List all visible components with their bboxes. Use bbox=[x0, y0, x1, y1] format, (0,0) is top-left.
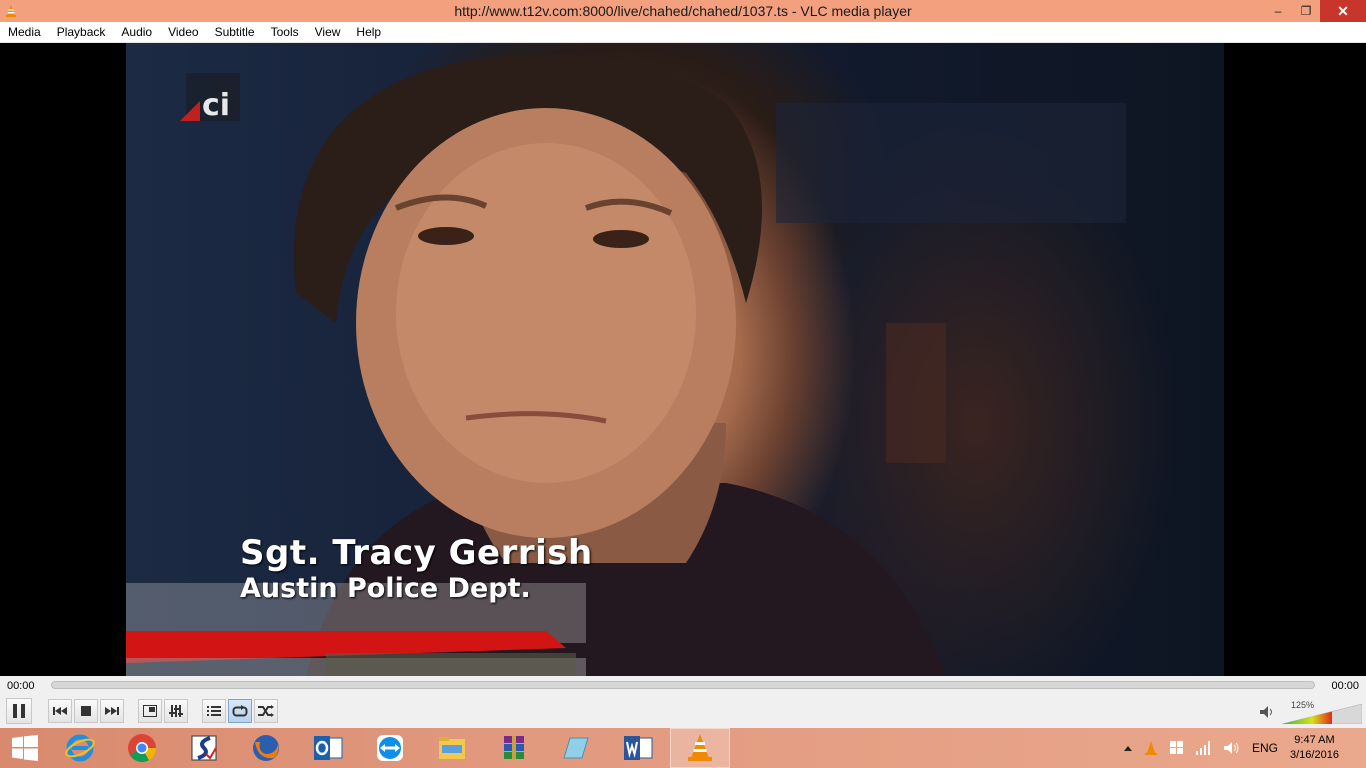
taskbar-internet-explorer[interactable] bbox=[50, 728, 110, 768]
elapsed-time: 00:00 bbox=[7, 680, 35, 692]
tray-volume[interactable] bbox=[1223, 741, 1240, 755]
chrome-icon bbox=[128, 734, 156, 762]
equalizer-icon bbox=[169, 705, 183, 717]
previous-icon bbox=[53, 707, 67, 715]
vlc-icon bbox=[688, 734, 712, 761]
firefox-icon bbox=[253, 735, 279, 761]
teamviewer-icon bbox=[377, 735, 403, 761]
window-controls: – ❐ ✕ bbox=[1264, 0, 1366, 22]
chevron-up-icon bbox=[1123, 746, 1132, 751]
winrar-icon bbox=[504, 736, 524, 759]
menu-audio[interactable]: Audio bbox=[113, 22, 160, 43]
lower-third-organization: Austin Police Dept. bbox=[240, 573, 531, 604]
language-indicator[interactable]: ENG bbox=[1252, 741, 1278, 755]
flag-icon bbox=[1169, 741, 1183, 754]
windows-taskbar: ENG 9:47 AM 3/16/2016 bbox=[0, 728, 1366, 768]
fullscreen-button[interactable] bbox=[138, 699, 162, 723]
menu-help[interactable]: Help bbox=[348, 22, 389, 43]
loop-button[interactable] bbox=[228, 699, 252, 723]
channel-logo: ci bbox=[180, 73, 240, 121]
pause-button[interactable] bbox=[6, 698, 32, 724]
fullscreen-icon bbox=[143, 705, 157, 717]
previous-button[interactable] bbox=[48, 699, 72, 723]
show-hidden-icons-button[interactable] bbox=[1123, 745, 1132, 751]
volume-slider[interactable] bbox=[1282, 704, 1362, 724]
setup-tool-icon bbox=[191, 735, 217, 761]
menu-media[interactable]: Media bbox=[0, 22, 49, 43]
speaker-icon[interactable] bbox=[1260, 706, 1274, 718]
next-button[interactable] bbox=[100, 699, 124, 723]
outlook-icon bbox=[314, 736, 343, 760]
taskbar-firefox[interactable] bbox=[236, 728, 296, 768]
clock-time: 9:47 AM bbox=[1294, 734, 1335, 746]
vlc-cone-icon[interactable] bbox=[0, 0, 22, 22]
lower-third-name: Sgt. Tracy Gerrish bbox=[240, 533, 593, 573]
taskbar-teamviewer[interactable] bbox=[360, 728, 420, 768]
pause-icon bbox=[13, 704, 25, 718]
start-button[interactable] bbox=[0, 728, 50, 768]
volume-icon bbox=[1223, 742, 1239, 754]
notes-icon bbox=[563, 737, 589, 759]
total-time: 00:00 bbox=[1331, 680, 1359, 692]
taskbar-word[interactable] bbox=[608, 728, 668, 768]
menu-playback[interactable]: Playback bbox=[49, 22, 114, 43]
next-icon bbox=[105, 707, 119, 715]
taskbar-setup-tool[interactable] bbox=[174, 728, 234, 768]
title-bar: http://www.t12v.com:8000/live/chahed/cha… bbox=[0, 0, 1366, 22]
signal-icon bbox=[1195, 741, 1210, 755]
vlc-window: http://www.t12v.com:8000/live/chahed/cha… bbox=[0, 0, 1366, 768]
window-title: http://www.t12v.com:8000/live/chahed/cha… bbox=[454, 3, 912, 19]
menu-view[interactable]: View bbox=[307, 22, 349, 43]
taskbar-winrar[interactable] bbox=[484, 728, 544, 768]
close-button[interactable]: ✕ bbox=[1320, 0, 1366, 22]
restore-button[interactable]: ❐ bbox=[1292, 0, 1320, 22]
clock-date: 3/16/2016 bbox=[1290, 749, 1339, 761]
internet-explorer-icon bbox=[65, 734, 95, 762]
tray-network[interactable] bbox=[1195, 741, 1212, 755]
stop-button[interactable] bbox=[74, 699, 98, 723]
playback-controls: 00:00 00:00 125% bbox=[0, 676, 1366, 728]
playlist-icon bbox=[207, 706, 221, 716]
vlc-tray-icon bbox=[1144, 741, 1157, 755]
system-tray: ENG 9:47 AM 3/16/2016 bbox=[1118, 728, 1366, 768]
tray-vlc[interactable] bbox=[1144, 740, 1158, 756]
seek-slider[interactable] bbox=[51, 681, 1315, 689]
extended-settings-button[interactable] bbox=[164, 699, 188, 723]
tray-action-center[interactable] bbox=[1169, 741, 1184, 755]
taskbar-outlook[interactable] bbox=[298, 728, 358, 768]
menu-tools[interactable]: Tools bbox=[263, 22, 307, 43]
loop-icon bbox=[232, 705, 248, 717]
taskbar-vlc[interactable] bbox=[670, 728, 730, 768]
shuffle-icon bbox=[258, 705, 274, 717]
taskbar-chrome[interactable] bbox=[112, 728, 172, 768]
stop-icon bbox=[81, 706, 91, 716]
clock[interactable]: 9:47 AM 3/16/2016 bbox=[1290, 733, 1360, 763]
controls-row: 125% bbox=[0, 698, 1366, 724]
video-display[interactable]: ci Sgt. Tracy Gerrish Austin Police Dept… bbox=[0, 43, 1366, 676]
channel-logo-text: ci bbox=[202, 88, 230, 121]
folder-icon bbox=[439, 737, 465, 759]
menu-bar: Media Playback Audio Video Subtitle Tool… bbox=[0, 22, 1366, 43]
taskbar-notes-app[interactable] bbox=[546, 728, 606, 768]
menu-video[interactable]: Video bbox=[160, 22, 206, 43]
menu-subtitle[interactable]: Subtitle bbox=[207, 22, 263, 43]
taskbar-file-explorer[interactable] bbox=[422, 728, 482, 768]
windows-logo-icon bbox=[12, 735, 38, 761]
minimize-button[interactable]: – bbox=[1264, 0, 1292, 22]
word-icon bbox=[624, 736, 653, 760]
playlist-button[interactable] bbox=[202, 699, 226, 723]
shuffle-button[interactable] bbox=[254, 699, 278, 723]
